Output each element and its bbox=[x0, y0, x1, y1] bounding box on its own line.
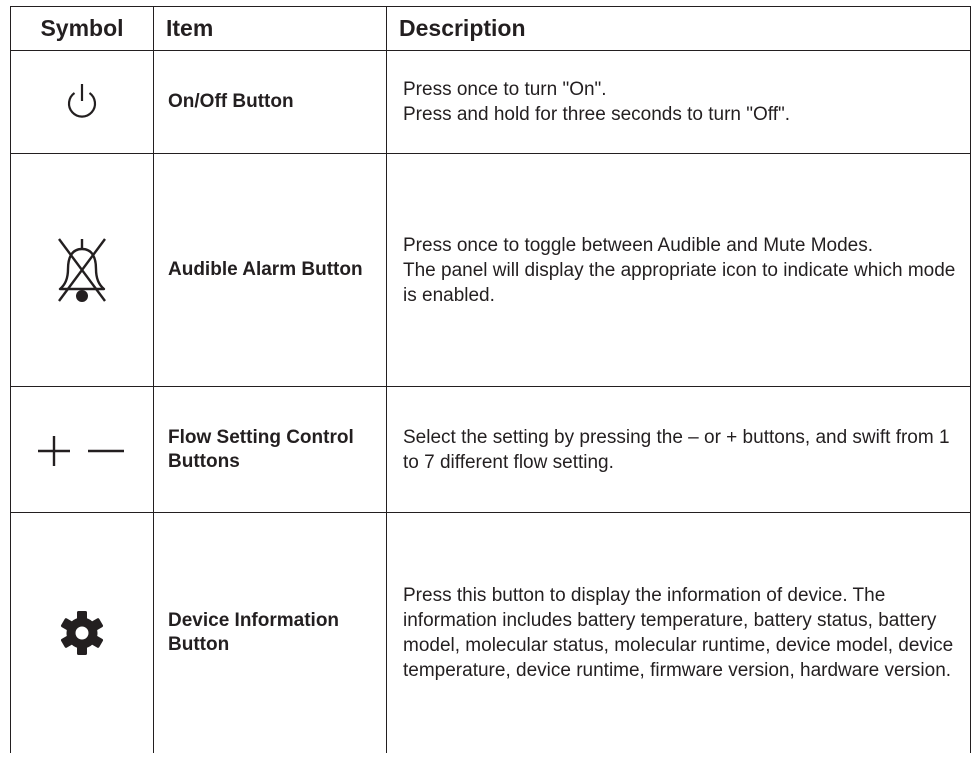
description-line: Select the setting by pressing the – or … bbox=[403, 426, 950, 473]
description-line: The panel will display the appropriate i… bbox=[403, 259, 956, 306]
description-line: Press this button to display the informa… bbox=[403, 585, 954, 681]
table-row: Flow Setting Control Buttons Select the … bbox=[10, 386, 971, 513]
table-row: On/Off Button Press once to turn "On". P… bbox=[10, 50, 971, 154]
item-cell: Device Information Button bbox=[153, 512, 387, 753]
header-symbol: Symbol bbox=[10, 6, 154, 51]
description-cell: Select the setting by pressing the – or … bbox=[386, 386, 971, 513]
item-cell: On/Off Button bbox=[153, 50, 387, 154]
alarm-off-icon bbox=[11, 235, 153, 305]
symbol-table: Symbol Item Description On/Off Button Pr… bbox=[10, 6, 971, 753]
table-header-row: Symbol Item Description bbox=[10, 6, 971, 51]
plus-minus-icon bbox=[11, 434, 153, 466]
description-cell: Press once to toggle between Audible and… bbox=[386, 153, 971, 387]
power-icon bbox=[11, 82, 153, 122]
header-item: Item bbox=[153, 6, 387, 51]
symbol-cell bbox=[10, 50, 154, 154]
symbol-cell bbox=[10, 386, 154, 513]
item-cell: Flow Setting Control Buttons bbox=[153, 386, 387, 513]
description-cell: Press this button to display the informa… bbox=[386, 512, 971, 753]
description-line: Press once to toggle between Audible and… bbox=[403, 234, 874, 256]
table-row: Device Information Button Press this but… bbox=[10, 512, 971, 753]
description-line: Press and hold for three seconds to turn… bbox=[403, 104, 791, 125]
table-row: Audible Alarm Button Press once to toggl… bbox=[10, 153, 971, 387]
item-cell: Audible Alarm Button bbox=[153, 153, 387, 387]
header-description: Description bbox=[386, 6, 971, 51]
description-cell: Press once to turn "On". Press and hold … bbox=[386, 50, 971, 154]
symbol-cell bbox=[10, 512, 154, 753]
symbol-cell bbox=[10, 153, 154, 387]
description-line: Press once to turn "On". bbox=[403, 79, 607, 100]
gear-icon bbox=[11, 610, 153, 656]
